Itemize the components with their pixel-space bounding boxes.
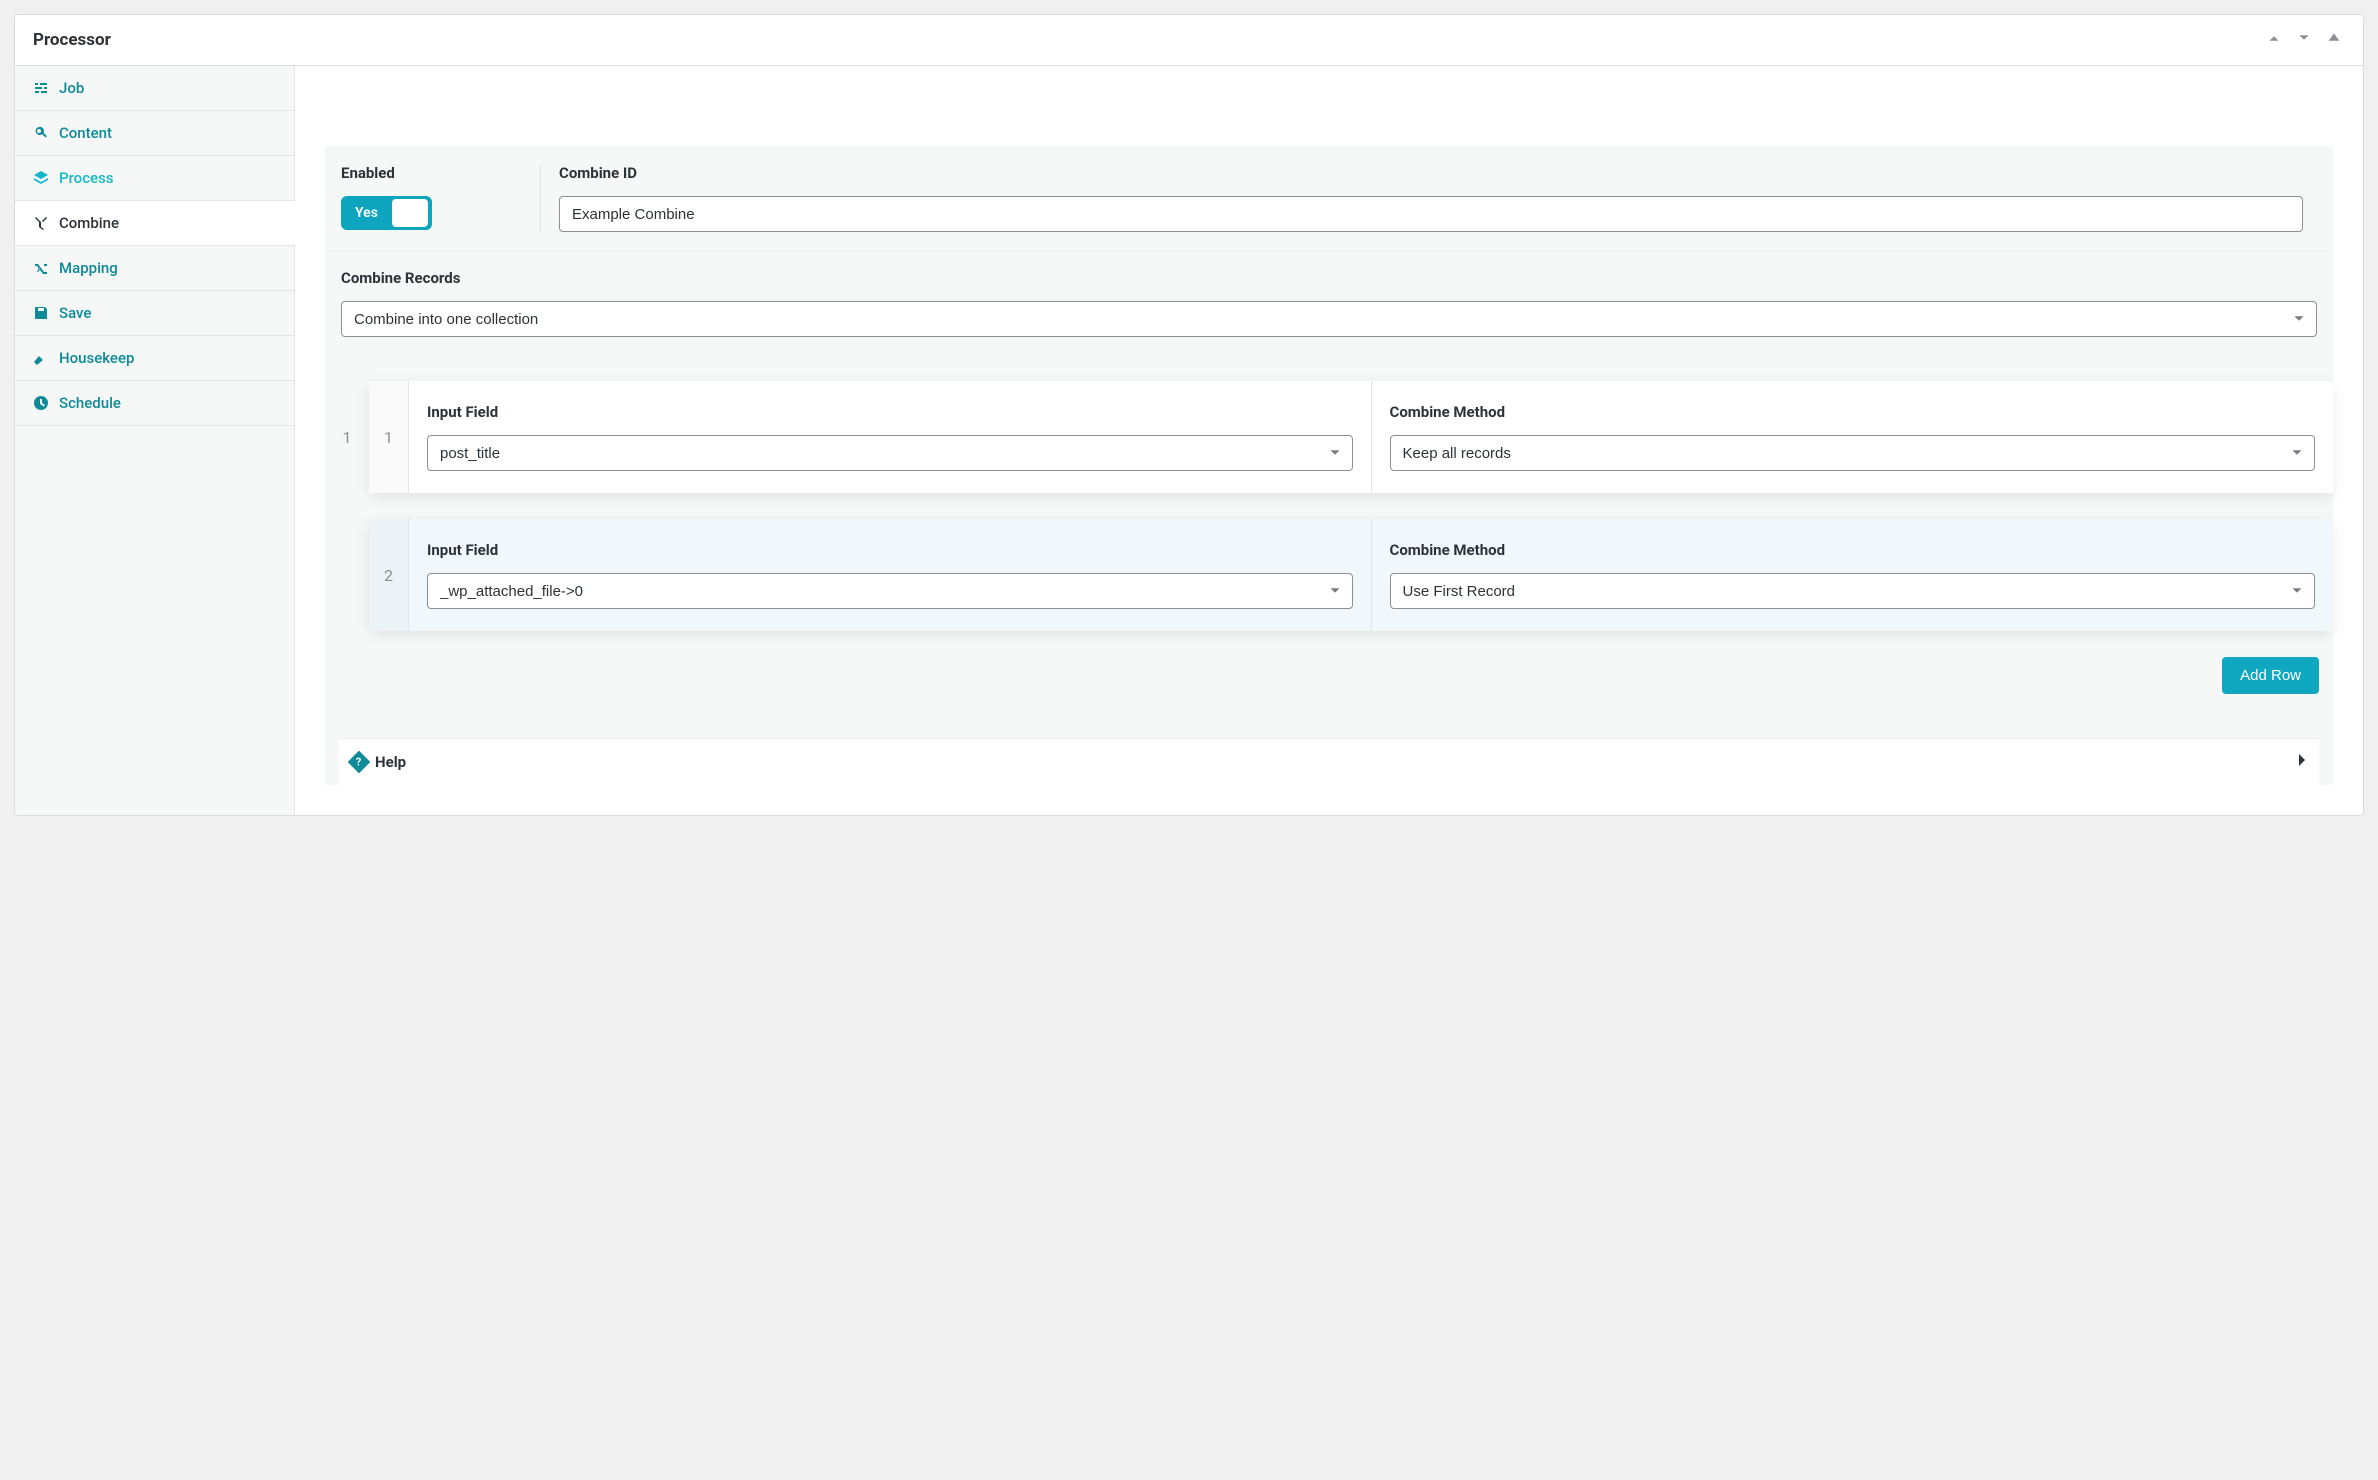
combine-records-select[interactable]: Combine into one collection — [341, 301, 2317, 337]
combine-id-cell: Combine ID — [541, 164, 2317, 232]
panel-title: Processor — [33, 30, 111, 50]
row-inner-index: 1 — [369, 381, 409, 493]
sidebar-item-label: Content — [59, 124, 112, 142]
combine-id-label: Combine ID — [559, 164, 2303, 182]
combine-method-col: Combine Method Use First Record — [1371, 519, 2334, 631]
row-card: 1 Input Field post_title Combine Method — [369, 381, 2333, 493]
save-icon — [33, 305, 49, 321]
row-inner-index: 2 — [369, 519, 409, 631]
sidebar-item-label: Combine — [59, 214, 119, 232]
rows-wrapper: 1 1 Input Field post_title — [325, 359, 2333, 738]
sliders-icon — [33, 80, 49, 96]
input-field-col: Input Field _wp_attached_file->0 — [409, 519, 1371, 631]
combine-method-label: Combine Method — [1390, 403, 2316, 421]
sidebar-item-label: Job — [59, 79, 84, 97]
sidebar-item-label: Mapping — [59, 259, 118, 277]
combine-records-label: Combine Records — [341, 269, 2317, 287]
input-field-select[interactable]: post_title — [427, 435, 1353, 471]
form-top-row: Enabled Yes Combine ID — [325, 146, 2333, 250]
combine-method-col: Combine Method Keep all records — [1371, 381, 2334, 493]
input-field-col: Input Field post_title — [409, 381, 1371, 493]
combine-method-label: Combine Method — [1390, 541, 2316, 559]
sidebar-item-combine[interactable]: Combine — [15, 201, 296, 246]
sidebar-item-label: Schedule — [59, 394, 121, 412]
broom-icon — [33, 350, 49, 366]
input-field-select[interactable]: _wp_attached_file->0 — [427, 573, 1353, 609]
sidebar-item-label: Housekeep — [59, 349, 134, 367]
sidebar: Job Content Process Combine — [15, 66, 295, 815]
enabled-label: Enabled — [341, 164, 528, 182]
table-row: 2 Input Field _wp_attached_file->0 Combi — [325, 519, 2333, 631]
shuffle-icon — [33, 260, 49, 276]
sidebar-item-label: Process — [59, 169, 114, 187]
help-icon: ? — [348, 751, 371, 774]
input-field-label: Input Field — [427, 541, 1353, 559]
sidebar-item-label: Save — [59, 304, 91, 322]
enabled-cell: Enabled Yes — [341, 164, 541, 232]
row-outer-index — [325, 519, 369, 631]
chevron-down-icon[interactable] — [2293, 27, 2315, 53]
sidebar-item-housekeep[interactable]: Housekeep — [15, 336, 294, 381]
triangle-up-icon[interactable] — [2323, 27, 2345, 53]
panel-body: Job Content Process Combine — [15, 66, 2363, 815]
main-content: Enabled Yes Combine ID Combin — [295, 66, 2363, 815]
layers-icon — [33, 170, 49, 186]
combine-id-input[interactable] — [559, 196, 2303, 232]
chevron-right-icon — [2297, 753, 2307, 771]
table-row: 1 1 Input Field post_title — [325, 381, 2333, 493]
combine-method-select[interactable]: Keep all records — [1390, 435, 2316, 471]
merge-icon — [33, 215, 49, 231]
input-field-label: Input Field — [427, 403, 1353, 421]
panel-header: Processor — [15, 15, 2363, 66]
enabled-toggle[interactable]: Yes — [341, 196, 432, 230]
clock-icon — [33, 395, 49, 411]
chevron-up-icon[interactable] — [2263, 27, 2285, 53]
toggle-knob — [392, 199, 428, 227]
sidebar-item-mapping[interactable]: Mapping — [15, 246, 294, 291]
processor-panel: Processor Job — [14, 14, 2364, 816]
row-outer-index: 1 — [325, 381, 369, 493]
sidebar-item-process[interactable]: Process — [15, 156, 294, 201]
row-card: 2 Input Field _wp_attached_file->0 Combi — [369, 519, 2333, 631]
help-label: Help — [375, 753, 406, 771]
enabled-toggle-value: Yes — [343, 205, 390, 221]
sidebar-item-content[interactable]: Content — [15, 111, 294, 156]
sidebar-item-schedule[interactable]: Schedule — [15, 381, 294, 426]
combine-records-row: Combine Records Combine into one collect… — [325, 250, 2333, 359]
combine-method-select[interactable]: Use First Record — [1390, 573, 2316, 609]
help-accordion[interactable]: ? Help — [339, 738, 2319, 785]
sidebar-item-save[interactable]: Save — [15, 291, 294, 336]
panel-header-actions — [2263, 27, 2345, 53]
search-content-icon — [33, 125, 49, 141]
form-card: Enabled Yes Combine ID Combin — [325, 146, 2333, 785]
add-row-button[interactable]: Add Row — [2222, 657, 2319, 694]
sidebar-item-job[interactable]: Job — [15, 66, 294, 111]
